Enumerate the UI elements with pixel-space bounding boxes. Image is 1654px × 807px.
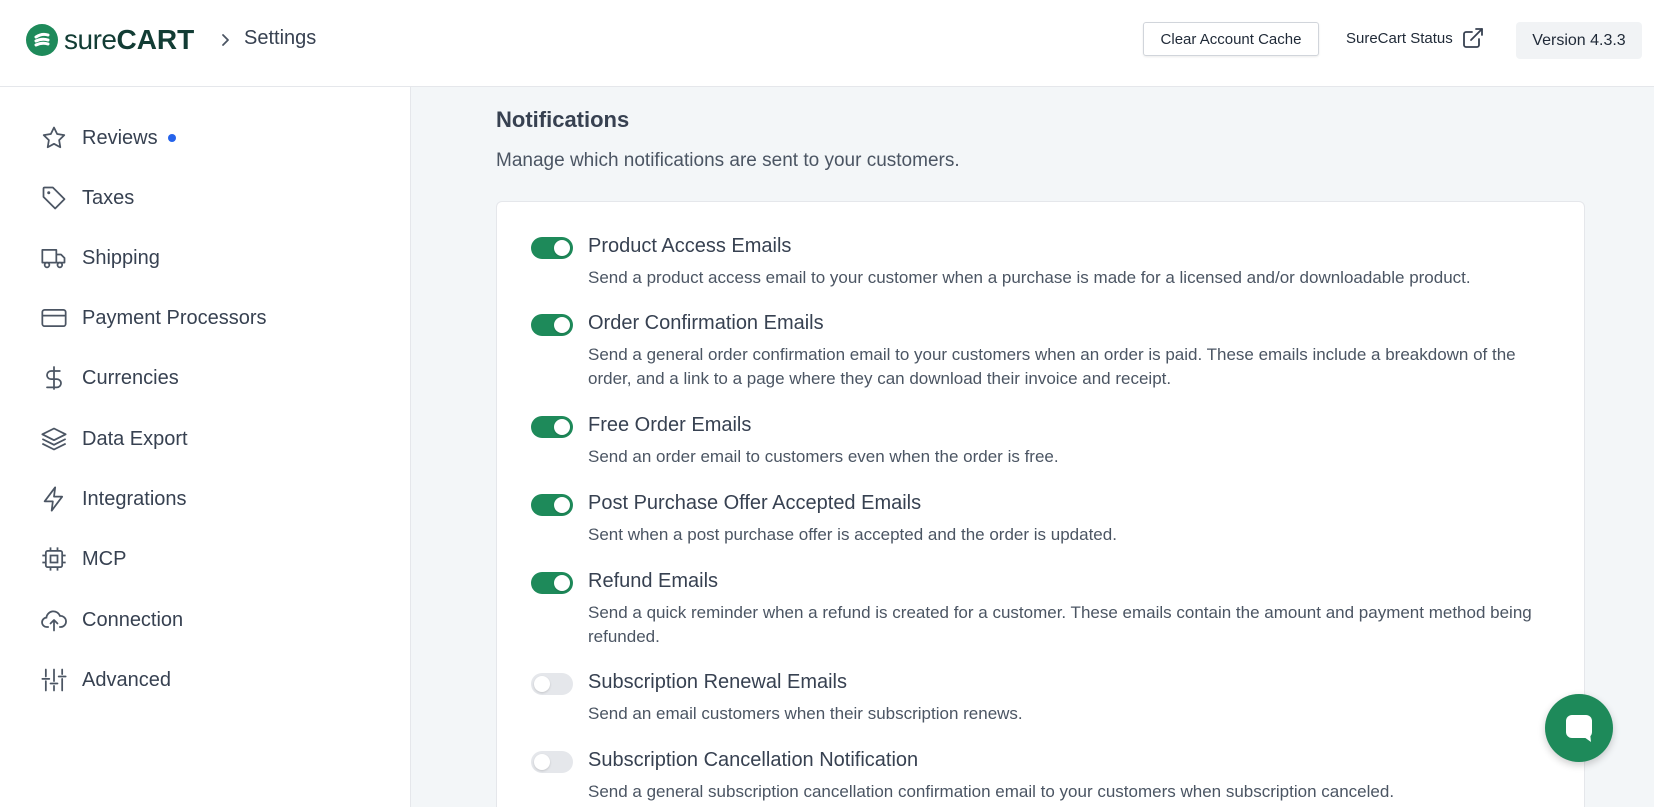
upload-cloud-icon [41,610,67,632]
sidebar-item-label: Reviews [82,126,158,149]
toggle-knob [554,497,570,513]
section-title: Notifications [496,107,630,132]
logo-sure-text: sure [64,24,117,55]
order-confirmation-toggle[interactable] [531,314,573,336]
toggle-knob [554,575,570,591]
surecart-logo-text: sure CART [64,24,194,56]
free-order-toggle[interactable] [531,416,573,438]
notification-title: Order Confirmation Emails [588,312,824,334]
credit-card-icon [41,308,67,328]
sidebar-item-payment-processors[interactable]: Payment Processors [40,301,267,335]
post-purchase-toggle[interactable] [531,494,573,516]
toggle-knob [554,240,570,256]
notification-title: Refund Emails [588,570,719,592]
breadcrumb-settings: Settings [244,27,317,49]
sidebar-item-label: Data Export [82,427,188,450]
sidebar-item-mcp[interactable]: MCP [40,542,126,576]
surecart-status-link[interactable]: SureCart Status [1346,26,1485,50]
sidebar-item-label: Advanced [82,668,171,691]
notification-title: Subscription Cancellation Notification [588,749,919,771]
sidebar-item-advanced[interactable]: Advanced [40,663,171,697]
sidebar-item-data-export[interactable]: Data Export [40,422,188,456]
toggle-knob [554,317,570,333]
cpu-icon [42,547,66,571]
subscription-renewal-toggle[interactable] [531,673,573,695]
clear-account-cache-button[interactable]: Clear Account Cache [1143,22,1319,56]
sidebar-item-label: Currencies [82,366,179,389]
toggle-knob [534,754,550,770]
chevron-right-icon [222,34,229,46]
dollar-icon [46,366,62,390]
notification-title: Subscription Renewal Emails [588,671,848,693]
star-icon [42,126,66,149]
sidebar-item-label: Integrations [82,487,187,510]
sidebar-item-label: MCP [82,547,127,570]
surecart-status-label: SureCart Status [1346,29,1453,47]
sidebar-item-label: Connection [82,608,184,631]
sidebar-item-connection[interactable]: Connection [40,603,183,637]
product-access-toggle[interactable] [531,237,573,259]
sidebar-item-reviews[interactable]: Reviews [40,121,176,155]
sidebar-item-shipping[interactable]: Shipping [40,241,160,275]
notification-title: Free Order Emails [588,414,752,436]
sidebar-item-integrations[interactable]: Integrations [40,482,187,516]
notification-title: Product Access Emails [588,235,792,257]
toggle-knob [554,419,570,435]
sidebar-item-label: Taxes [82,186,135,209]
section-description: Manage which notifications are sent to y… [496,150,960,171]
chat-bubble-icon [1566,715,1592,742]
notification-description: Send a quick reminder when a refund is c… [588,603,1532,646]
surecart-logo[interactable]: sure CART [26,24,194,56]
sidebar-item-taxes[interactable]: Taxes [40,181,134,215]
zap-icon [43,486,64,512]
notification-description: Send a general order confirmation email … [588,345,1516,388]
logo-cart-text: CART [116,24,195,55]
sliders-icon [41,668,67,692]
top-header: sure CART Settings Clear Account Cache Su… [0,0,1654,87]
tag-icon [42,186,66,210]
notification-description: Send an email customers when their subsc… [588,704,1023,723]
sidebar-item-label: Shipping [82,246,160,269]
notification-description: Send a product access email to your cust… [588,268,1471,287]
notification-title: Post Purchase Offer Accepted Emails [588,492,922,514]
surecart-logo-icon [26,24,58,56]
subscription-cancellation-toggle[interactable] [531,751,573,773]
toggle-knob [534,676,550,692]
layers-icon [41,427,67,451]
refund-toggle[interactable] [531,572,573,594]
notification-dot [167,134,176,142]
truck-icon [41,248,66,269]
notification-description: Send a general subscription cancellation… [588,782,1395,801]
sidebar-item-label: Payment Processors [82,306,267,329]
notification-description: Sent when a post purchase offer is accep… [588,525,1117,544]
external-link-icon [1462,28,1483,48]
sidebar-item-currencies[interactable]: Currencies [40,361,179,395]
version-badge: Version 4.3.3 [1516,22,1642,59]
notifications-card: Product Access Emails Send a product acc… [496,201,1585,807]
notification-description: Send an order email to customers even wh… [588,447,1059,466]
settings-sidebar: Reviews Taxes Shipping Payment Processor… [0,87,411,807]
chat-button[interactable] [1545,694,1613,762]
